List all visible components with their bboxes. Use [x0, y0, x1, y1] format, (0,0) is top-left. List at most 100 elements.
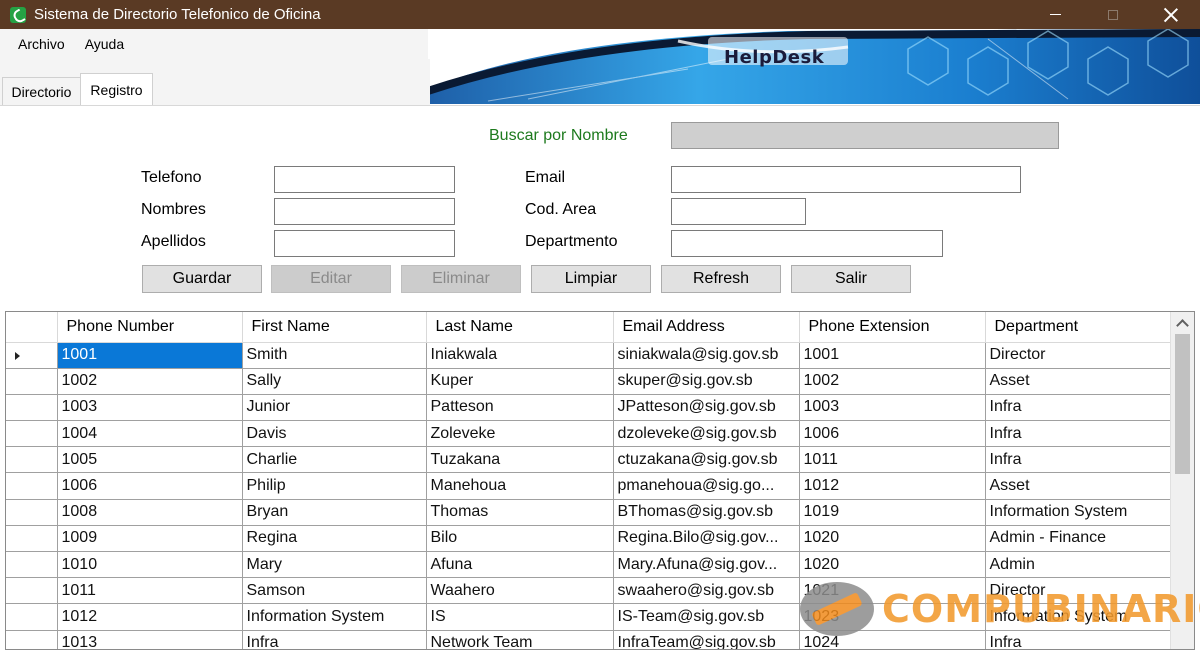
- table-cell[interactable]: 1023: [799, 603, 986, 631]
- table-row[interactable]: 1005 Charlie Tuzakana ctuzakana@sig.gov.sb 1…: [6, 446, 1171, 474]
- table-cell[interactable]: 1005: [57, 446, 243, 474]
- table-cell[interactable]: Bryan: [242, 499, 427, 526]
- table-cell[interactable]: dzoleveke@sig.gov.sb: [613, 420, 800, 448]
- table-cell[interactable]: Admin - Finance: [985, 525, 1171, 553]
- row-header[interactable]: [6, 551, 58, 579]
- table-cell[interactable]: skuper@sig.gov.sb: [613, 368, 800, 395]
- table-row[interactable]: 1009 Regina Bilo Regina.Bilo@sig.gov... 1020…: [6, 525, 1171, 553]
- table-cell[interactable]: 1020: [799, 525, 986, 553]
- table-cell[interactable]: Asset: [985, 472, 1171, 500]
- cod-area-input[interactable]: [671, 198, 806, 225]
- row-header[interactable]: [6, 525, 58, 553]
- table-cell[interactable]: 1012: [57, 603, 243, 631]
- table-cell[interactable]: 1019: [799, 499, 986, 526]
- row-header[interactable]: [6, 499, 58, 526]
- table-cell[interactable]: Smith: [242, 342, 427, 369]
- table-cell[interactable]: Mary: [242, 551, 427, 579]
- row-header[interactable]: [6, 394, 58, 422]
- guardar-button[interactable]: Guardar: [142, 265, 262, 293]
- table-row[interactable]: 1003 Junior Patteson JPatteson@sig.gov.sb 10…: [6, 394, 1171, 422]
- table-cell[interactable]: Samson: [242, 577, 427, 605]
- table-cell[interactable]: Director: [985, 342, 1171, 369]
- salir-button[interactable]: Salir: [791, 265, 911, 293]
- apellidos-input[interactable]: [274, 230, 455, 257]
- table-cell[interactable]: Waahero: [426, 577, 614, 605]
- row-header[interactable]: [6, 603, 58, 631]
- table-row[interactable]: 1013 Infra Network Team InfraTeam@sig.gov.s…: [6, 630, 1171, 649]
- table-cell[interactable]: JPatteson@sig.gov.sb: [613, 394, 800, 422]
- row-header[interactable]: [6, 420, 58, 448]
- table-cell[interactable]: Information System: [242, 603, 427, 631]
- table-cell[interactable]: Asset: [985, 368, 1171, 395]
- table-cell[interactable]: BThomas@sig.gov.sb: [613, 499, 800, 526]
- table-cell[interactable]: 1011: [57, 577, 243, 605]
- scroll-up-icon[interactable]: [1175, 316, 1189, 330]
- table-cell[interactable]: 1008: [57, 499, 243, 526]
- directory-grid[interactable]: Phone Number First Name Last Name Email …: [5, 311, 1195, 650]
- table-cell[interactable]: 1012: [799, 472, 986, 500]
- table-row[interactable]: 1008 Bryan Thomas BThomas@sig.gov.sb 1019 Inf…: [6, 499, 1171, 526]
- table-cell[interactable]: Regina.Bilo@sig.gov...: [613, 525, 800, 553]
- table-cell[interactable]: 1024: [799, 630, 986, 649]
- menu-archivo[interactable]: Archivo: [8, 36, 75, 52]
- table-cell[interactable]: ctuzakana@sig.gov.sb: [613, 446, 800, 474]
- table-cell[interactable]: Tuzakana: [426, 446, 614, 474]
- limpiar-button[interactable]: Limpiar: [531, 265, 651, 293]
- row-header[interactable]: [6, 630, 58, 649]
- table-row[interactable]: 1006 Philip Manehoua pmanehoua@sig.go... 101…: [6, 472, 1171, 500]
- row-header[interactable]: [6, 342, 58, 369]
- vertical-scrollbar[interactable]: [1170, 312, 1194, 649]
- table-cell[interactable]: Junior: [242, 394, 427, 422]
- table-row[interactable]: 1004 Davis Zoleveke dzoleveke@sig.gov.sb 100…: [6, 420, 1171, 448]
- table-cell[interactable]: IS: [426, 603, 614, 631]
- maximize-button[interactable]: [1084, 0, 1142, 29]
- table-cell[interactable]: 1001: [57, 342, 243, 369]
- menu-ayuda[interactable]: Ayuda: [75, 36, 134, 52]
- table-cell[interactable]: 1020: [799, 551, 986, 579]
- tab-directorio[interactable]: Directorio: [2, 77, 81, 105]
- table-cell[interactable]: Infra: [985, 630, 1171, 649]
- table-cell[interactable]: 1003: [799, 394, 986, 422]
- search-name-input[interactable]: [671, 122, 1059, 149]
- table-cell[interactable]: 1010: [57, 551, 243, 579]
- table-cell[interactable]: Bilo: [426, 525, 614, 553]
- table-cell[interactable]: InfraTeam@sig.gov.sb: [613, 630, 800, 649]
- row-header[interactable]: [6, 368, 58, 395]
- table-cell[interactable]: Davis: [242, 420, 427, 448]
- table-cell[interactable]: Zoleveke: [426, 420, 614, 448]
- table-cell[interactable]: Philip: [242, 472, 427, 500]
- editar-button[interactable]: Editar: [271, 265, 391, 293]
- table-cell[interactable]: Iniakwala: [426, 342, 614, 369]
- table-cell[interactable]: 1011: [799, 446, 986, 474]
- table-cell[interactable]: 1004: [57, 420, 243, 448]
- table-cell[interactable]: Information System: [985, 603, 1171, 631]
- table-cell[interactable]: Sally: [242, 368, 427, 395]
- table-cell[interactable]: Regina: [242, 525, 427, 553]
- table-cell[interactable]: 1006: [57, 472, 243, 500]
- table-row[interactable]: 1012 Information System IS IS-Team@sig.gov.…: [6, 603, 1171, 631]
- table-cell[interactable]: Infra: [985, 420, 1171, 448]
- table-cell[interactable]: Afuna: [426, 551, 614, 579]
- table-cell[interactable]: 1002: [57, 368, 243, 395]
- row-header[interactable]: [6, 472, 58, 500]
- table-cell[interactable]: Mary.Afuna@sig.gov...: [613, 551, 800, 579]
- eliminar-button[interactable]: Eliminar: [401, 265, 521, 293]
- table-row[interactable]: 1010 Mary Afuna Mary.Afuna@sig.gov... 1020 Ad…: [6, 551, 1171, 579]
- table-cell[interactable]: pmanehoua@sig.go...: [613, 472, 800, 500]
- nombres-input[interactable]: [274, 198, 455, 225]
- table-cell[interactable]: Infra: [985, 394, 1171, 422]
- close-button[interactable]: [1142, 0, 1200, 29]
- refresh-button[interactable]: Refresh: [661, 265, 781, 293]
- table-cell[interactable]: Kuper: [426, 368, 614, 395]
- table-cell[interactable]: 1021: [799, 577, 986, 605]
- table-cell[interactable]: Charlie: [242, 446, 427, 474]
- table-cell[interactable]: Manehoua: [426, 472, 614, 500]
- telefono-input[interactable]: [274, 166, 455, 193]
- table-cell[interactable]: Admin: [985, 551, 1171, 579]
- table-cell[interactable]: 1013: [57, 630, 243, 649]
- table-cell[interactable]: swaahero@sig.gov.sb: [613, 577, 800, 605]
- table-row[interactable]: 1011 Samson Waahero swaahero@sig.gov.sb 1021…: [6, 577, 1171, 605]
- table-cell[interactable]: Information System: [985, 499, 1171, 526]
- table-cell[interactable]: Infra: [242, 630, 427, 649]
- table-cell[interactable]: Thomas: [426, 499, 614, 526]
